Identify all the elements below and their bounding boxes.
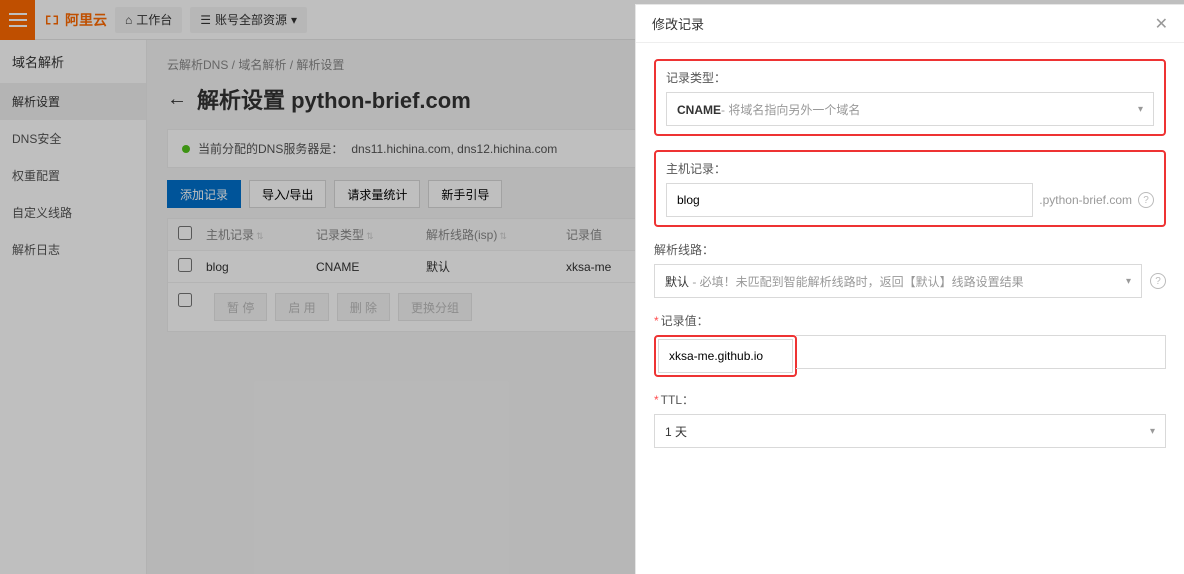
value-highlight — [654, 335, 797, 377]
ttl-label: *TTL： — [654, 391, 1166, 408]
panel-title: 修改记录 — [652, 14, 704, 33]
host-suffix: .python-brief.com — [1039, 193, 1132, 207]
line-label: 解析线路： — [654, 241, 1166, 258]
host-record-input[interactable] — [666, 183, 1033, 217]
help-icon[interactable]: ? — [1150, 273, 1166, 289]
ttl-select[interactable]: 1 天 ▾ — [654, 414, 1166, 448]
record-value-extend[interactable] — [796, 335, 1166, 369]
help-icon[interactable]: ? — [1138, 192, 1154, 208]
chevron-down-icon: ▾ — [1126, 276, 1131, 287]
record-type-select[interactable]: CNAME- 将域名指向另外一个域名 ▾ — [666, 92, 1154, 126]
host-record-label: 主机记录： — [666, 160, 1154, 177]
chevron-down-icon: ▾ — [1150, 426, 1155, 437]
edit-record-panel: 修改记录 ✕ 记录类型： CNAME- 将域名指向另外一个域名 ▾ 主机记录： … — [635, 4, 1184, 574]
value-label: *记录值： — [654, 312, 1166, 329]
close-icon[interactable]: ✕ — [1155, 14, 1168, 34]
record-type-label: 记录类型： — [666, 69, 1154, 86]
record-value-input[interactable] — [658, 339, 793, 373]
line-select[interactable]: 默认 - 必填！未匹配到智能解析线路时，返回【默认】线路设置结果 ▾ — [654, 264, 1142, 298]
record-type-highlight: 记录类型： CNAME- 将域名指向另外一个域名 ▾ — [654, 59, 1166, 136]
chevron-down-icon: ▾ — [1138, 104, 1143, 115]
host-record-highlight: 主机记录： .python-brief.com ? — [654, 150, 1166, 227]
